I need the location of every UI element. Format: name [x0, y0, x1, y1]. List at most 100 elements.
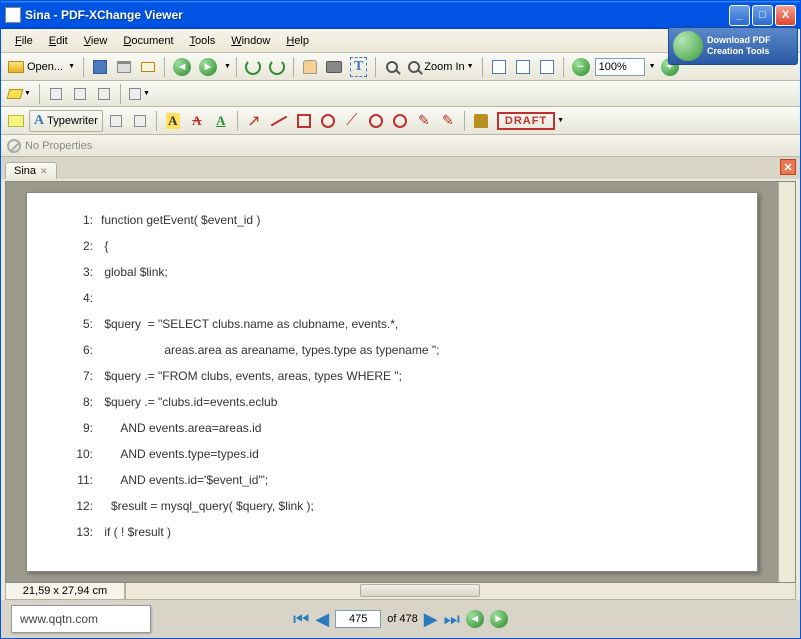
link-tool2-button[interactable]: [69, 83, 91, 105]
horizontal-scrollbar[interactable]: [125, 583, 796, 600]
save-button[interactable]: [89, 56, 111, 78]
link-tool-button[interactable]: [45, 83, 67, 105]
menu-tools[interactable]: Tools: [182, 32, 224, 50]
tag-button[interactable]: ▼: [5, 83, 34, 105]
arrow-right-icon: ►: [199, 58, 217, 76]
polygon-tool-button[interactable]: [365, 110, 387, 132]
annotation-toolbar: A Typewriter A A A ↗ ⟋ ✎ ✎ DRAFT▼: [1, 107, 800, 135]
link-icon: [129, 88, 141, 100]
stamp-button[interactable]: [470, 110, 492, 132]
strikeout-button[interactable]: A: [186, 110, 208, 132]
code-line: 2: {: [57, 239, 727, 253]
nav-forward-circle-button[interactable]: ►: [490, 610, 508, 628]
textbox-button[interactable]: [105, 110, 127, 132]
nav-back-circle-button[interactable]: ◄: [466, 610, 484, 628]
refresh-all-button[interactable]: [266, 56, 288, 78]
page-size-display: 21,59 x 27,94 cm: [5, 583, 125, 600]
menu-window[interactable]: Window: [223, 32, 278, 50]
line-tool-button[interactable]: [267, 110, 291, 132]
arrow-icon: ↗: [247, 111, 260, 131]
menu-document[interactable]: Document: [115, 32, 181, 50]
code-line: 4:: [57, 291, 727, 305]
refresh-button[interactable]: [242, 56, 264, 78]
link-icon: [98, 88, 110, 100]
oval-tool-button[interactable]: [317, 110, 339, 132]
polyline-tool-button[interactable]: ⟋: [341, 110, 363, 132]
zoom-in-button[interactable]: Zoom In ▼: [405, 56, 476, 78]
chevron-down-icon: ▼: [68, 63, 75, 70]
prev-page-button[interactable]: ◀: [315, 609, 329, 630]
minimize-button[interactable]: _: [729, 5, 750, 26]
print-button[interactable]: [113, 56, 135, 78]
polygon-icon: [369, 114, 383, 128]
menu-edit[interactable]: Edit: [41, 32, 76, 50]
underline-button[interactable]: A: [210, 110, 232, 132]
fit-width-button[interactable]: [512, 56, 534, 78]
fit-page-icon: [492, 60, 506, 74]
email-button[interactable]: [137, 56, 159, 78]
typewriter-button[interactable]: A Typewriter: [29, 110, 103, 132]
highlight-button[interactable]: A: [162, 110, 184, 132]
menu-view[interactable]: View: [76, 32, 116, 50]
cloud-icon: [393, 114, 407, 128]
magnifier-plus-icon: [408, 61, 420, 73]
fit-page-button[interactable]: [488, 56, 510, 78]
hand-tool-button[interactable]: [299, 56, 321, 78]
menu-help[interactable]: Help: [278, 32, 317, 50]
eraser-tool-button[interactable]: ✎: [437, 110, 459, 132]
callout-button[interactable]: [129, 110, 151, 132]
menu-file[interactable]: File: [7, 32, 41, 50]
code-line: 3: global $link;: [57, 265, 727, 279]
select-text-button[interactable]: T: [347, 56, 370, 78]
properties-label: No Properties: [25, 140, 92, 152]
magnifier-icon: [386, 61, 398, 73]
draft-stamp-button[interactable]: DRAFT▼: [494, 110, 567, 132]
bookmark-toolbar: ▼ ▼: [1, 81, 800, 107]
nav-back-button[interactable]: ◄: [170, 56, 194, 78]
next-page-button[interactable]: ▶: [424, 609, 438, 630]
status-bar: www.qqtn.com ⏮ ◀ of 478 ▶ ⏭ ◄ ►: [1, 600, 800, 638]
strikeout-icon: A: [192, 113, 201, 129]
first-page-button[interactable]: ⏮: [293, 609, 309, 630]
open-button[interactable]: Open... ▼: [5, 56, 78, 78]
document-viewport[interactable]: 1:function getEvent( $event_id ) 2: { 3: g…: [5, 181, 796, 583]
tab-sina[interactable]: Sina ✕: [5, 162, 57, 179]
download-pdf-tools-button[interactable]: Download PDFCreation Tools: [668, 27, 798, 65]
actual-size-icon: [540, 60, 554, 74]
code-line: 5: $query = "SELECT clubs.name as clubna…: [57, 317, 727, 331]
menubar: File Edit View Document Tools Window Hel…: [1, 29, 800, 53]
mail-icon: [141, 62, 155, 72]
tab-close-icon[interactable]: ✕: [40, 166, 48, 177]
code-line: 1:function getEvent( $event_id ): [57, 213, 727, 227]
snapshot-button[interactable]: [323, 56, 345, 78]
page-total-label: of 478: [387, 613, 418, 625]
pencil-tool-button[interactable]: ✎: [413, 110, 435, 132]
maximize-button[interactable]: □: [752, 5, 773, 26]
current-page-input[interactable]: [335, 610, 381, 628]
link-tool4-button[interactable]: ▼: [126, 83, 153, 105]
highlight-icon: A: [166, 113, 179, 129]
last-page-button[interactable]: ⏭: [444, 609, 460, 630]
fit-width-icon: [516, 60, 530, 74]
actual-size-button[interactable]: [536, 56, 558, 78]
zoom-tool-button[interactable]: [381, 56, 403, 78]
code-line: 9: AND events.area=areas.id: [57, 421, 727, 435]
polyline-icon: ⟋: [346, 112, 357, 130]
zoom-out-button[interactable]: −: [569, 56, 593, 78]
cloud-tool-button[interactable]: [389, 110, 411, 132]
sticky-note-button[interactable]: [5, 110, 27, 132]
rect-tool-button[interactable]: [293, 110, 315, 132]
code-line: 13: if ( ! $result ): [57, 525, 727, 539]
camera-icon: [326, 61, 342, 73]
zoom-level-input[interactable]: [595, 58, 645, 76]
vertical-scrollbar[interactable]: [778, 182, 795, 582]
close-all-tabs-button[interactable]: ✕: [780, 159, 796, 175]
arrow-tool-button[interactable]: ↗: [243, 110, 265, 132]
link-tool3-button[interactable]: [93, 83, 115, 105]
globe-icon: [673, 31, 703, 61]
callout-icon: [134, 115, 146, 127]
minus-icon: −: [572, 58, 590, 76]
nav-forward-button[interactable]: ►: [196, 56, 220, 78]
no-properties-icon: [7, 139, 21, 153]
close-button[interactable]: X: [775, 5, 796, 26]
